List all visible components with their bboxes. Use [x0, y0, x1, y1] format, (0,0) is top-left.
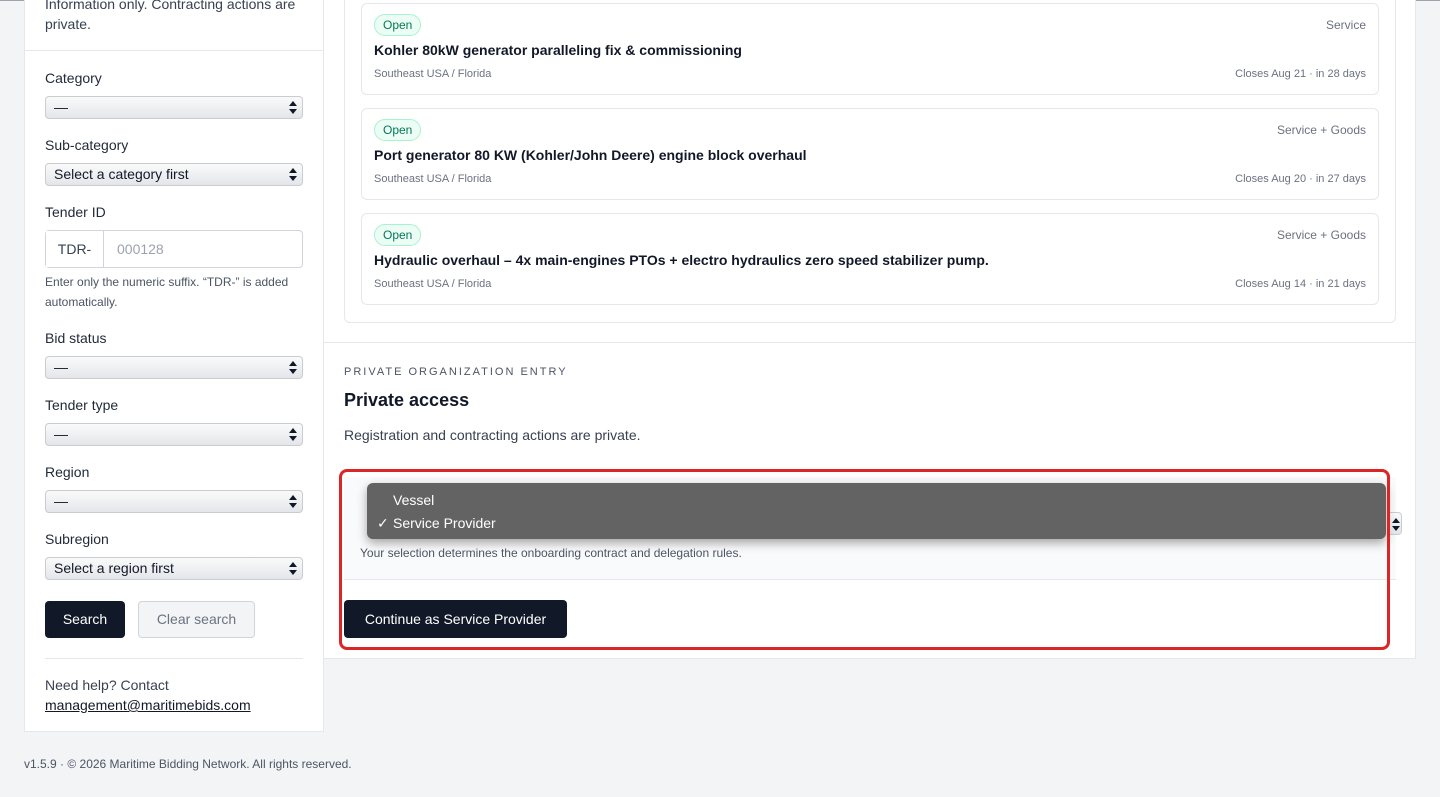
option-vessel[interactable]: Vessel: [393, 492, 434, 508]
tender-region: Southeast USA / Florida: [374, 173, 492, 185]
tender-region: Southeast USA / Florida: [374, 68, 492, 80]
bid-status-select-value: —: [54, 359, 68, 375]
help-text: Need help? Contact: [45, 677, 169, 693]
section-eyebrow: PRIVATE ORGANIZATION ENTRY: [344, 366, 568, 378]
bid-status-select[interactable]: —: [45, 356, 303, 379]
subregion-select-value: Select a region first: [54, 560, 174, 576]
tender-type: Service: [1325, 18, 1366, 32]
option-service-provider[interactable]: Service Provider: [393, 515, 496, 531]
select-arrows-icon: [289, 428, 297, 441]
category-select-value: —: [54, 99, 68, 115]
help-email-link[interactable]: management@maritimebids.com: [45, 697, 251, 713]
tender-id-prefix: TDR-: [46, 231, 104, 267]
sidebar-divider: [45, 658, 303, 659]
subcategory-select[interactable]: Select a category first: [45, 163, 303, 186]
tender-type-select-value: —: [54, 426, 68, 442]
tender-title[interactable]: Hydraulic overhaul – 4x main-engines PTO…: [374, 252, 989, 268]
main-panel: Open Service Kohler 80kW generator paral…: [324, 0, 1416, 659]
role-dropdown-menu: Vessel ✓ Service Provider: [367, 483, 1386, 539]
tender-card[interactable]: Open Service + Goods Port generator 80 K…: [361, 108, 1379, 200]
tender-closes: Closes Aug 14 · in 21 days: [1235, 278, 1366, 290]
select-arrows-icon: [1392, 518, 1400, 531]
tender-closes: Closes Aug 20 · in 27 days: [1235, 173, 1366, 185]
select-arrows-icon: [289, 562, 297, 575]
subcategory-select-value: Select a category first: [54, 166, 189, 182]
select-arrows-icon: [289, 101, 297, 114]
continue-button[interactable]: Continue as Service Provider: [344, 600, 567, 638]
role-select-panel: Vessel ✓ Service Provider Your selection…: [344, 477, 1402, 580]
tender-title[interactable]: Port generator 80 KW (Kohler/John Deere)…: [374, 147, 807, 163]
subregion-label: Subregion: [45, 531, 109, 547]
sidebar-intro: Information only. Contracting actions ar…: [45, 0, 296, 32]
status-badge: Open: [374, 14, 422, 36]
tender-type: Service + Goods: [1276, 123, 1366, 137]
category-label: Category: [45, 70, 102, 86]
tender-id-label: Tender ID: [45, 204, 106, 220]
bid-status-label: Bid status: [45, 330, 107, 346]
private-access-title: Private access: [344, 390, 470, 410]
tender-id-input[interactable]: [104, 231, 302, 267]
tender-card[interactable]: Open Service Kohler 80kW generator paral…: [361, 3, 1379, 95]
status-badge: Open: [374, 119, 422, 141]
tender-region: Southeast USA / Florida: [374, 278, 492, 290]
role-select[interactable]: [1388, 512, 1402, 535]
subcategory-label: Sub-category: [45, 137, 129, 153]
tender-list: Open Service Kohler 80kW generator paral…: [344, 0, 1396, 323]
region-label: Region: [45, 464, 90, 480]
tender-closes: Closes Aug 21 · in 28 days: [1235, 68, 1366, 80]
subregion-select[interactable]: Select a region first: [45, 557, 303, 580]
role-select-hint: Your selection determines the onboarding…: [360, 546, 742, 560]
clear-search-button[interactable]: Clear search: [138, 601, 255, 638]
search-button[interactable]: Search: [45, 601, 125, 638]
select-arrows-icon: [289, 168, 297, 181]
tender-id-group: TDR-: [45, 230, 303, 268]
tender-type-select[interactable]: —: [45, 423, 303, 446]
checkmark-icon: ✓: [377, 515, 389, 531]
tender-title[interactable]: Kohler 80kW generator paralleling fix & …: [374, 42, 742, 58]
select-arrows-icon: [289, 495, 297, 508]
tender-id-help: Enter only the numeric suffix. “TDR-” is…: [45, 275, 289, 309]
tender-type-label: Tender type: [45, 397, 119, 413]
region-select[interactable]: —: [45, 490, 303, 513]
tender-card[interactable]: Open Service + Goods Hydraulic overhaul …: [361, 213, 1379, 305]
region-select-value: —: [54, 493, 68, 509]
status-badge: Open: [374, 224, 422, 246]
section-divider: [324, 342, 1415, 343]
sidebar-divider: [25, 50, 323, 51]
select-arrows-icon: [289, 361, 297, 374]
footer-text: v1.5.9 · © 2026 Maritime Bidding Network…: [24, 757, 352, 771]
filter-sidebar: Information only. Contracting actions ar…: [24, 0, 324, 732]
tender-type: Service + Goods: [1276, 228, 1366, 242]
private-access-description: Registration and contracting actions are…: [344, 427, 641, 443]
category-select[interactable]: —: [45, 96, 303, 119]
